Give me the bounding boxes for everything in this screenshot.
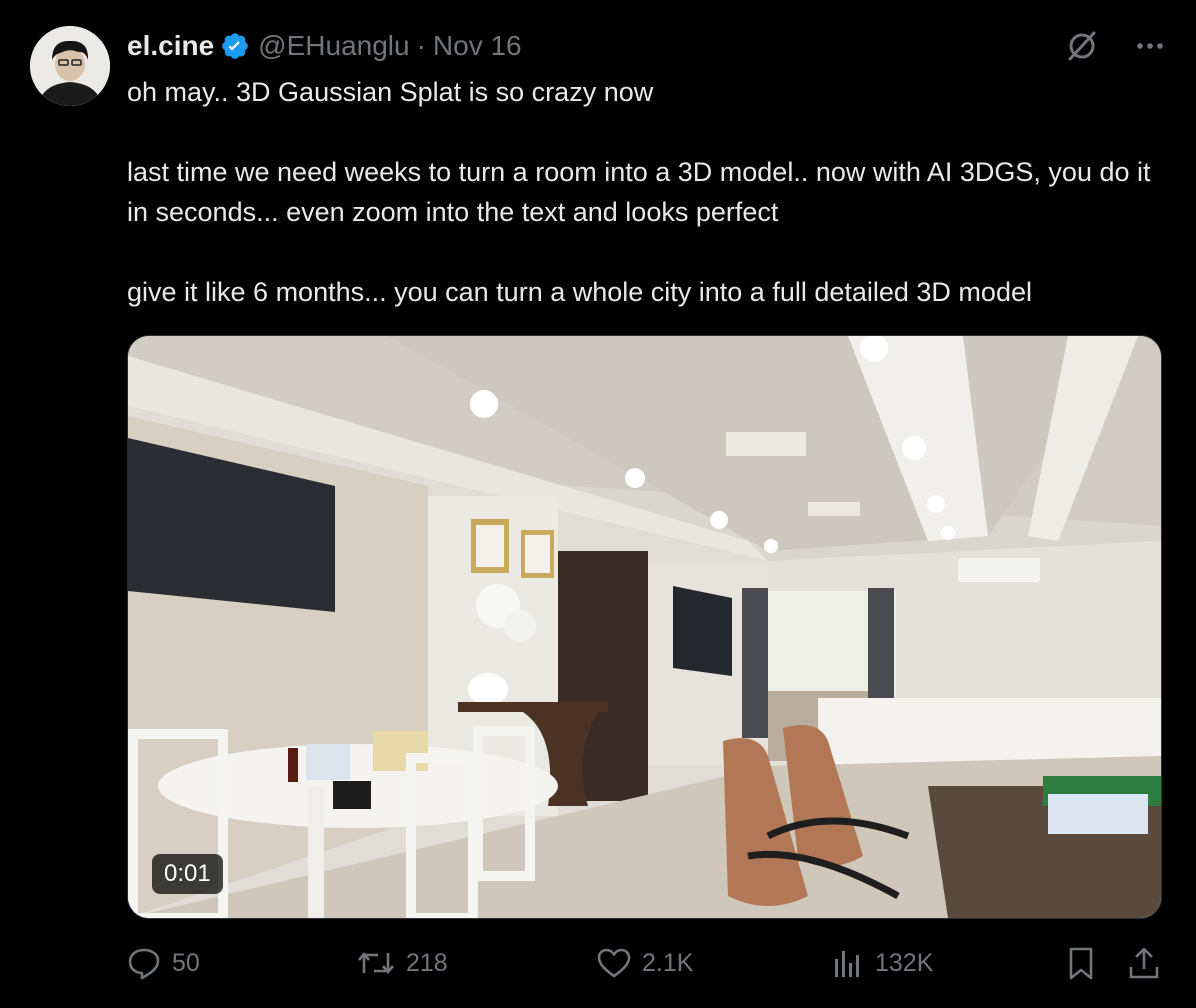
reply-button[interactable]: 50	[126, 940, 200, 986]
bookmark-icon	[1069, 947, 1093, 980]
tweet-paragraph: last time we need weeks to turn a room i…	[127, 157, 1151, 227]
repost-button[interactable]: 218	[356, 940, 448, 986]
grok-icon[interactable]	[1064, 28, 1100, 64]
like-button[interactable]: 2.1K	[596, 940, 693, 986]
repost-icon	[358, 951, 394, 975]
post-date[interactable]: Nov 16	[433, 30, 522, 62]
like-icon	[597, 948, 631, 978]
author-name[interactable]: el.cine	[127, 30, 214, 62]
reply-icon	[128, 948, 160, 980]
tweet: el.cine @EHuanglu · Nov 16 oh may.. 3D G…	[0, 0, 1196, 1008]
view-count: 132K	[875, 948, 934, 977]
views-icon	[835, 951, 859, 977]
tweet-paragraph: oh may.. 3D Gaussian Splat is so crazy n…	[127, 77, 654, 107]
verified-badge-icon	[222, 33, 248, 59]
views-button[interactable]: 132K	[831, 940, 933, 986]
bookmark-button[interactable]	[1064, 940, 1098, 986]
tweet-header: el.cine @EHuanglu · Nov 16	[127, 28, 522, 64]
more-icon[interactable]	[1134, 30, 1166, 62]
room-video-frame	[128, 336, 1161, 918]
separator-dot: ·	[416, 30, 426, 61]
avatar[interactable]	[30, 26, 110, 106]
action-bar: 50 218 2.1K 132K	[126, 940, 1166, 986]
share-icon	[1129, 947, 1159, 979]
like-count: 2.1K	[642, 948, 694, 977]
video-timestamp: 0:01	[152, 854, 223, 894]
reply-count: 50	[172, 948, 200, 977]
tweet-text: oh may.. 3D Gaussian Splat is so crazy n…	[127, 72, 1172, 312]
video-player[interactable]: 0:01	[127, 335, 1162, 919]
author-handle[interactable]: @EHuanglu	[258, 30, 409, 62]
top-actions	[1064, 28, 1166, 64]
tweet-paragraph: give it like 6 months... you can turn a …	[127, 277, 1032, 307]
repost-count: 218	[406, 948, 448, 977]
share-button[interactable]	[1126, 940, 1162, 986]
